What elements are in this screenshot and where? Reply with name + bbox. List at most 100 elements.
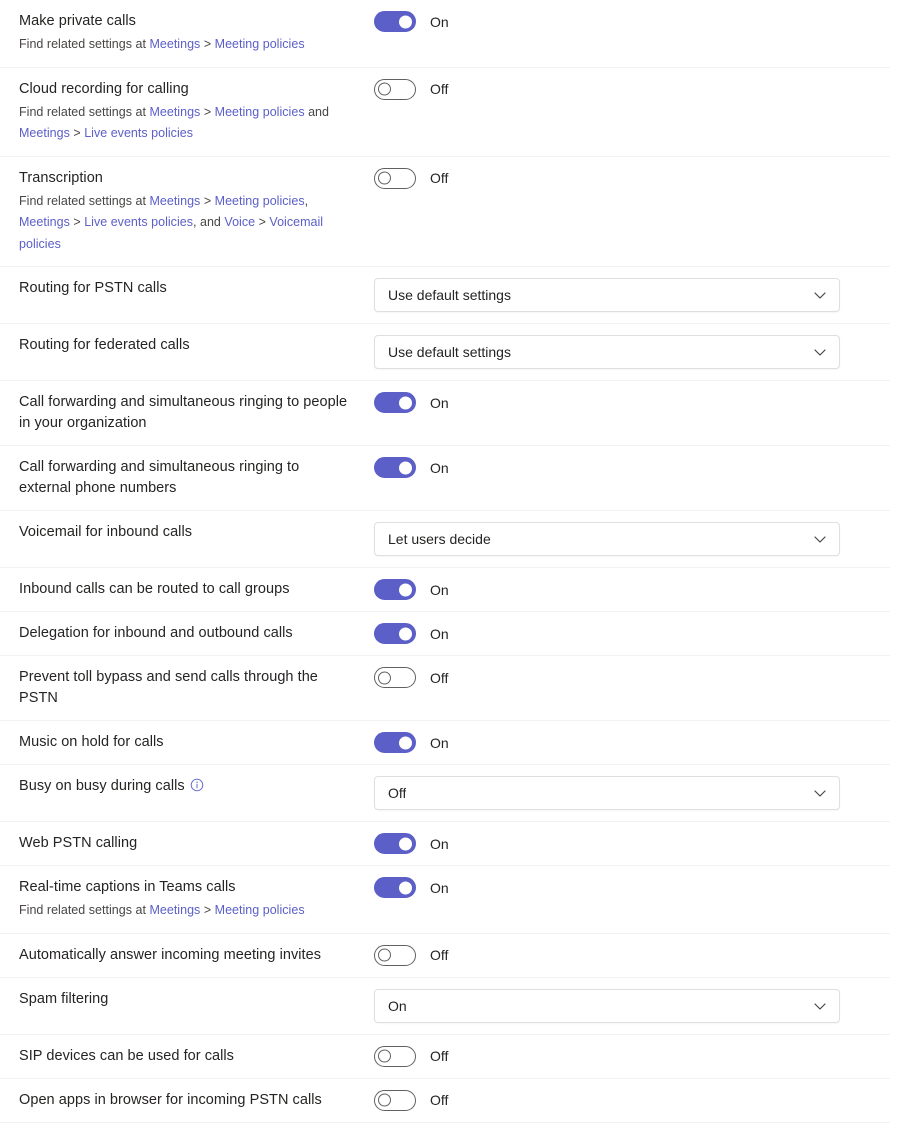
- setting-control-cell: On: [374, 822, 890, 865]
- toggle-switch-call-forwarding-internal[interactable]: [374, 392, 416, 413]
- toggle-group: On: [374, 457, 449, 478]
- related-setting-link[interactable]: Meetings: [149, 903, 200, 917]
- toggle-group: On: [374, 877, 449, 898]
- toggle-switch-open-apps-in-browser[interactable]: [374, 1090, 416, 1111]
- setting-control-cell: Off: [374, 1035, 890, 1078]
- setting-control-cell: Off: [374, 68, 890, 111]
- dropdown-spam-filtering[interactable]: On: [374, 989, 840, 1023]
- toggle-group: On: [374, 11, 449, 32]
- toggle-knob: [399, 461, 412, 474]
- related-setting-link[interactable]: Meetings: [19, 215, 70, 229]
- toggle-knob: [399, 837, 412, 850]
- description-text: >: [200, 37, 214, 51]
- setting-title: Busy on busy during calls: [19, 776, 354, 799]
- toggle-switch-call-forwarding-external[interactable]: [374, 457, 416, 478]
- related-setting-link[interactable]: Meetings: [149, 105, 200, 119]
- setting-control-cell: Off: [374, 765, 890, 821]
- toggle-state-label: Off: [430, 945, 448, 965]
- toggle-switch-prevent-toll-bypass[interactable]: [374, 667, 416, 688]
- toggle-switch-auto-answer-meeting-invites[interactable]: [374, 945, 416, 966]
- toggle-state-label: On: [430, 393, 449, 413]
- description-text: >: [70, 126, 84, 140]
- dropdown-selected-value: Use default settings: [388, 342, 511, 362]
- dropdown-voicemail-for-inbound-calls[interactable]: Let users decide: [374, 522, 840, 556]
- related-setting-link[interactable]: Meeting policies: [215, 105, 305, 119]
- toggle-switch-music-on-hold[interactable]: [374, 732, 416, 753]
- setting-title: Call forwarding and simultaneous ringing…: [19, 457, 354, 499]
- dropdown-routing-for-federated-calls[interactable]: Use default settings: [374, 335, 840, 369]
- toggle-group: Off: [374, 79, 448, 100]
- setting-label-cell: Make private callsFind related settings …: [0, 0, 374, 67]
- related-setting-link[interactable]: Meeting policies: [215, 194, 305, 208]
- related-setting-link[interactable]: Live events policies: [84, 215, 193, 229]
- toggle-group: On: [374, 579, 449, 600]
- toggle-switch-web-pstn-calling[interactable]: [374, 833, 416, 854]
- toggle-switch-delegation-inbound-outbound[interactable]: [374, 623, 416, 644]
- setting-label-cell: Spam filtering: [0, 978, 374, 1021]
- dropdown-chevron: [813, 345, 827, 359]
- related-setting-link[interactable]: Meeting policies: [215, 37, 305, 51]
- toggle-knob: [399, 396, 412, 409]
- toggle-switch-inbound-calls-call-groups[interactable]: [374, 579, 416, 600]
- dropdown-selected-value: Off: [388, 783, 406, 803]
- toggle-knob: [378, 1094, 391, 1107]
- chevron-down-icon: [813, 345, 827, 359]
- toggle-knob: [399, 583, 412, 596]
- setting-row: Music on hold for callsOn: [0, 721, 890, 765]
- setting-control-cell: On: [374, 866, 890, 909]
- chevron-down-icon: [813, 532, 827, 546]
- setting-title: Routing for PSTN calls: [19, 278, 354, 299]
- dropdown-routing-for-pstn-calls[interactable]: Use default settings: [374, 278, 840, 312]
- toggle-group: Off: [374, 945, 448, 966]
- toggle-knob: [378, 172, 391, 185]
- related-setting-link[interactable]: Voice: [224, 215, 255, 229]
- toggle-group: Off: [374, 1046, 448, 1067]
- toggle-state-label: Off: [430, 168, 448, 188]
- setting-label-cell: Cloud recording for callingFind related …: [0, 68, 374, 156]
- toggle-knob: [399, 627, 412, 640]
- setting-control-cell: On: [374, 612, 890, 655]
- toggle-switch-make-private-calls[interactable]: [374, 11, 416, 32]
- toggle-group: Off: [374, 1090, 448, 1111]
- setting-row: Automatically answer incoming meeting in…: [0, 934, 890, 978]
- toggle-group: Off: [374, 667, 448, 688]
- setting-description: Find related settings at Meetings > Meet…: [19, 900, 354, 922]
- toggle-switch-cloud-recording-for-calling[interactable]: [374, 79, 416, 100]
- setting-title: Delegation for inbound and outbound call…: [19, 623, 354, 644]
- setting-title: Open apps in browser for incoming PSTN c…: [19, 1090, 354, 1111]
- description-text: >: [70, 215, 84, 229]
- toggle-switch-transcription[interactable]: [374, 168, 416, 189]
- related-setting-link[interactable]: Meetings: [19, 126, 70, 140]
- related-setting-link[interactable]: Meeting policies: [215, 903, 305, 917]
- setting-title: Call forwarding and simultaneous ringing…: [19, 392, 354, 434]
- setting-label-cell: Call forwarding and simultaneous ringing…: [0, 381, 374, 445]
- toggle-switch-real-time-captions[interactable]: [374, 877, 416, 898]
- setting-control-cell: On: [374, 568, 890, 611]
- related-setting-link[interactable]: Meetings: [149, 194, 200, 208]
- description-text: >: [255, 215, 269, 229]
- setting-title: Prevent toll bypass and send calls throu…: [19, 667, 354, 709]
- dropdown-chevron: [813, 288, 827, 302]
- toggle-knob: [378, 83, 391, 96]
- setting-control-cell: Use default settings: [374, 267, 890, 323]
- setting-description: Find related settings at Meetings > Meet…: [19, 34, 354, 56]
- related-setting-link[interactable]: Live events policies: [84, 126, 193, 140]
- setting-control-cell: Off: [374, 1079, 890, 1122]
- setting-description: Find related settings at Meetings > Meet…: [19, 102, 354, 145]
- toggle-group: On: [374, 833, 449, 854]
- setting-description: Find related settings at Meetings > Meet…: [19, 191, 354, 256]
- setting-row: TranscriptionFind related settings at Me…: [0, 157, 890, 268]
- toggle-state-label: Off: [430, 1090, 448, 1110]
- setting-title: Transcription: [19, 168, 354, 189]
- setting-control-cell: On: [374, 978, 890, 1034]
- setting-label-cell: Voicemail for inbound calls: [0, 511, 374, 554]
- setting-label-cell: Delegation for inbound and outbound call…: [0, 612, 374, 655]
- dropdown-busy-on-busy[interactable]: Off: [374, 776, 840, 810]
- calling-policy-settings-list: Make private callsFind related settings …: [0, 0, 900, 1123]
- toggle-switch-sip-devices[interactable]: [374, 1046, 416, 1067]
- chevron-down-icon: [813, 786, 827, 800]
- setting-row: Delegation for inbound and outbound call…: [0, 612, 890, 656]
- setting-row: Voicemail for inbound callsLet users dec…: [0, 511, 890, 568]
- related-setting-link[interactable]: Meetings: [149, 37, 200, 51]
- info-icon[interactable]: [190, 778, 204, 799]
